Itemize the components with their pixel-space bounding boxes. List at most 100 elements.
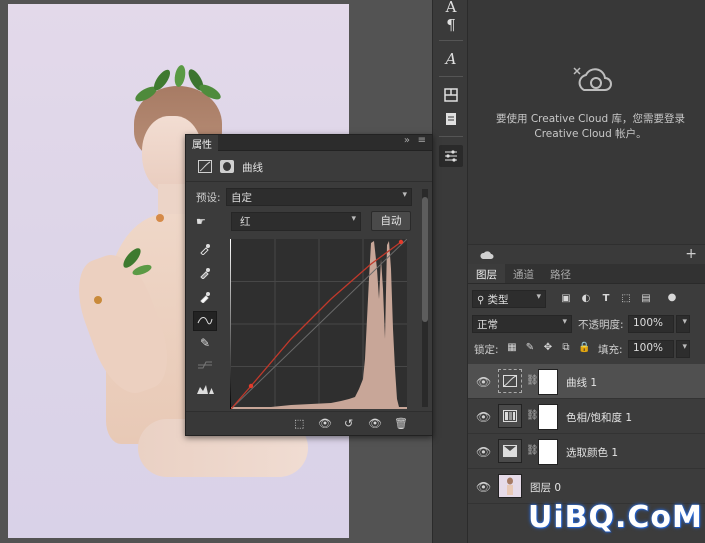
edit-points-icon[interactable] (193, 311, 217, 331)
clipping-warning-icon[interactable] (193, 379, 217, 399)
properties-tab-bar: 属性 » ≡ (186, 135, 432, 151)
libraries-footer: + (468, 244, 705, 264)
preset-label: 预设: (196, 192, 221, 204)
libraries-panel: 要使用 Creative Cloud 库，您需要登录 Creative Clou… (468, 0, 705, 244)
layer-filter-dropdown[interactable]: ⚲ 类型 ▾ (472, 290, 546, 308)
scrollbar-thumb[interactable] (422, 197, 428, 322)
filter-shape-layers-icon[interactable]: ⬚ (620, 293, 632, 305)
strip-divider (439, 136, 463, 137)
tab-layers[interactable]: 图层 (468, 264, 505, 283)
fill-dropdown[interactable]: ▾ (676, 340, 690, 358)
smooth-curve-icon[interactable] (193, 355, 217, 375)
white-point-eyedropper-icon[interactable] (193, 287, 217, 307)
paragraph-panel-icon[interactable]: ¶ (439, 14, 463, 36)
filter-adjustment-layers-icon[interactable]: ◐ (580, 293, 592, 305)
opacity-dropdown[interactable]: ▾ (676, 315, 690, 333)
tab-properties[interactable]: 属性 (186, 135, 218, 151)
curves-icon (498, 369, 522, 393)
view-previous-state-icon[interactable]: 👁 (318, 417, 332, 430)
layer-mask-thumbnail[interactable] (538, 369, 558, 395)
curves-icon[interactable] (198, 160, 212, 173)
site-watermark: UiBQ.CoM (528, 500, 703, 535)
properties-panel[interactable]: 属性 » ≡ 曲线 预设: 自定 ▾ ☛ 红 ▾ 自动 ✎ ⬚ 👁 ↺ 👁 🗑 (185, 134, 433, 436)
link-icon[interactable]: ⛓ (526, 445, 539, 456)
preset-dropdown[interactable]: 自定 ▾ (226, 188, 412, 206)
layer-row[interactable]: 👁 ⛓ 选取颜色 1 (468, 434, 705, 469)
curve-control-point[interactable] (398, 239, 404, 245)
lock-transparency-icon[interactable]: ▦ (506, 342, 518, 354)
layout-panel-icon[interactable] (439, 84, 463, 106)
lock-artboard-icon[interactable]: ⧉ (560, 342, 572, 354)
reset-icon[interactable]: ↺ (344, 417, 353, 430)
layer-name[interactable]: 色相/饱和度 1 (566, 410, 632, 425)
toggle-visibility-icon[interactable]: 👁 (368, 417, 382, 430)
targeted-adjustment-icon[interactable]: ☛ (196, 215, 206, 228)
tab-paths[interactable]: 路径 (542, 264, 579, 283)
link-icon[interactable]: ⛓ (526, 375, 539, 386)
panel-icon-strip: A ¶ A (432, 0, 468, 543)
photo-thumbnail (498, 474, 522, 498)
filter-pixel-layers-icon[interactable]: ▣ (560, 293, 572, 305)
curves-graph[interactable] (231, 239, 407, 409)
notes-panel-icon[interactable] (439, 108, 463, 130)
cloud-icon[interactable] (480, 250, 494, 260)
adjustment-title: 曲线 (242, 162, 263, 174)
search-icon: ⚲ (477, 295, 488, 306)
gray-point-eyedropper-icon[interactable] (193, 263, 217, 283)
link-icon[interactable]: ⛓ (526, 410, 539, 421)
strip-divider (439, 76, 463, 77)
layer-filter-value: 类型 (487, 294, 509, 306)
clip-to-layer-icon[interactable]: ⬚ (294, 417, 304, 430)
layer-name[interactable]: 曲线 1 (566, 375, 597, 390)
chevron-down-icon: ▾ (402, 190, 407, 200)
preset-value: 自定 (231, 192, 252, 204)
photo-leaf-wreath (135, 65, 221, 102)
fill-input[interactable]: 100% (628, 340, 674, 358)
opacity-input[interactable]: 100% (628, 315, 674, 333)
right-panel-dock: 要使用 Creative Cloud 库，您需要登录 Creative Clou… (468, 0, 705, 543)
filter-toggle-icon[interactable]: ● (666, 292, 678, 304)
properties-header: 曲线 (186, 152, 432, 182)
tab-channels[interactable]: 通道 (505, 264, 542, 283)
opacity-value: 100% (633, 317, 664, 329)
layer-name[interactable]: 选取颜色 1 (566, 445, 618, 460)
blend-mode-value: 正常 (477, 319, 498, 331)
eye-icon[interactable]: 👁 (476, 375, 491, 389)
layer-row[interactable]: 👁 ⛓ 色相/饱和度 1 (468, 399, 705, 434)
delete-icon[interactable]: 🗑 (394, 417, 408, 430)
blend-mode-dropdown[interactable]: 正常 ▾ (472, 315, 572, 333)
add-icon[interactable]: + (685, 246, 697, 262)
lock-all-icon[interactable]: 🔒 (578, 342, 590, 354)
creative-cloud-disconnected-icon (573, 67, 612, 91)
layer-row[interactable]: 👁 ⛓ 曲线 1 (468, 364, 705, 399)
properties-scrollbar[interactable] (422, 189, 428, 407)
layer-name[interactable]: 图层 0 (530, 480, 561, 495)
pencil-icon[interactable]: ✎ (193, 333, 217, 353)
lock-image-pixels-icon[interactable]: ✎ (524, 342, 536, 354)
channel-dropdown[interactable]: 红 ▾ (231, 212, 361, 231)
panel-menu-icon[interactable]: ≡ (418, 135, 426, 146)
chevron-down-icon: ▾ (351, 214, 356, 224)
channel-value: 红 (240, 216, 251, 228)
layer-row[interactable]: 👁 图层 0 (468, 469, 705, 504)
curve-control-point[interactable] (248, 383, 254, 389)
filter-smart-objects-icon[interactable]: ▤ (640, 293, 652, 305)
photo-earring (156, 214, 164, 222)
black-point-eyedropper-icon[interactable] (193, 239, 217, 259)
eye-icon[interactable]: 👁 (476, 445, 491, 459)
collapse-panel-icon[interactable]: » (404, 135, 410, 146)
glyphs-panel-icon[interactable]: A (439, 48, 463, 70)
lock-label: 锁定: (474, 344, 499, 356)
filter-type-layers-icon[interactable]: T (600, 293, 612, 305)
photo-leaf (123, 248, 152, 276)
eye-icon[interactable]: 👁 (476, 410, 491, 424)
eye-icon[interactable]: 👁 (476, 480, 491, 494)
layer-mask-thumbnail[interactable] (538, 404, 558, 430)
mask-icon[interactable] (220, 160, 234, 173)
properties-footer: ⬚ 👁 ↺ 👁 🗑 (186, 411, 432, 435)
auto-button[interactable]: 自动 (371, 211, 411, 231)
lock-position-icon[interactable]: ✥ (542, 342, 554, 354)
selective-color-icon (498, 439, 522, 463)
properties-panel-icon[interactable] (439, 145, 463, 167)
layer-mask-thumbnail[interactable] (538, 439, 558, 465)
